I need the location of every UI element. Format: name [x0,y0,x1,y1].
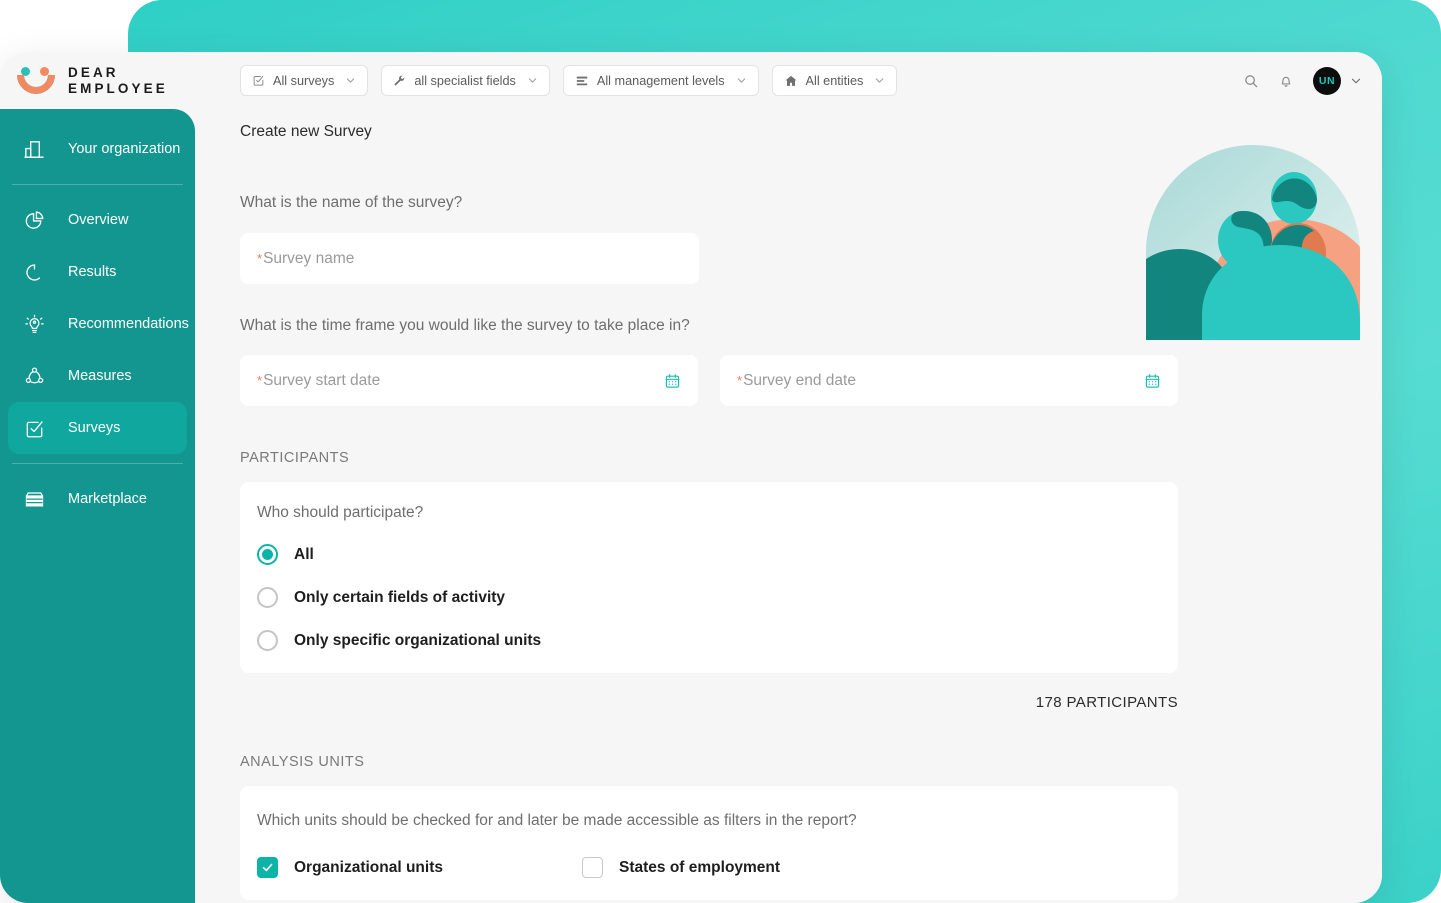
filter-label: all specialist fields [414,73,516,88]
sidebar-item-overview[interactable]: Overview [8,194,187,246]
sidebar-item-measures[interactable]: Measures [8,350,187,402]
participants-section: PARTICIPANTS Who should participate? All… [240,450,1178,711]
sidebar-item-label: Results [68,264,117,280]
analysis-units-section: ANALYSIS UNITS Which units should be che… [240,754,1178,900]
brand-name-line2: EMPLOYEE [68,80,168,96]
radio-option-all[interactable]: All [257,544,1178,565]
wrench-icon [393,74,406,87]
sidebar-item-label: Measures [68,368,132,384]
storefront-icon [17,484,51,514]
survey-end-date-input[interactable]: * Survey end date [720,355,1178,406]
sidebar-item-recommendations[interactable]: Recommendations [8,298,189,350]
radio-icon [257,587,278,608]
layers-list-icon [575,74,589,88]
sidebar-divider-2 [12,463,183,464]
radio-label: Only specific organizational units [294,631,542,649]
checkbox-square-icon [252,74,265,87]
survey-start-date-input[interactable]: * Survey start date [240,355,698,406]
participants-question: Who should participate? [257,504,424,521]
logo-smile-icon [17,74,55,94]
app-window: DEAR EMPLOYEE Your organization Overview… [0,52,1382,903]
avatar[interactable]: UN [1313,66,1341,95]
sidebar-nav: Your organization Overview Results Recom… [0,109,195,903]
checkbox-icon [257,857,278,878]
survey-start-date-placeholder: Survey start date [263,371,381,389]
time-frame-group: What is the time frame you would like th… [240,317,1178,406]
smiley-logo-icon [14,64,58,98]
radio-label: All [294,545,314,563]
participants-card: Who should participate? All Only certain… [240,482,1178,673]
calendar-icon[interactable] [664,372,681,389]
checkbox-organizational-units[interactable]: Organizational units [257,857,582,878]
participants-section-title: PARTICIPANTS [240,450,350,466]
sidebar-item-label: Marketplace [68,491,147,507]
chevron-down-icon [527,75,538,86]
chevron-down-icon [736,75,747,86]
sidebar-item-label: Recommendations [68,316,189,332]
top-bar: All surveys all specialist fields All ma… [195,52,1382,109]
radio-option-fields-of-activity[interactable]: Only certain fields of activity [257,587,1178,608]
checkbox-icon [582,857,603,878]
participants-count: 178 PARTICIPANTS [1035,694,1178,711]
chevron-down-icon [874,75,885,86]
brand-logo[interactable]: DEAR EMPLOYEE [0,52,195,109]
radio-icon [257,544,278,565]
checkbox-check-icon [17,413,51,443]
filter-all-management-levels[interactable]: All management levels [562,65,759,96]
filter-all-specialist-fields[interactable]: all specialist fields [381,65,550,96]
filter-all-surveys[interactable]: All surveys [240,65,369,96]
sidebar: DEAR EMPLOYEE Your organization Overview… [0,52,195,903]
survey-name-question: What is the name of the survey? [240,194,463,211]
topbar-actions: UN [1243,66,1368,95]
sidebar-item-label: Your organization [68,141,181,157]
sidebar-item-marketplace[interactable]: Marketplace [8,473,187,525]
filter-label: All management levels [596,73,725,88]
radio-option-org-units[interactable]: Only specific organizational units [257,630,1178,651]
group-of-people-illustration [1132,145,1375,340]
avatar-chevron-down-icon[interactable] [1350,75,1362,87]
sidebar-item-label: Overview [68,212,129,228]
filter-label: All surveys [273,73,335,88]
pie-chart-icon [17,205,51,235]
brand-name-line1: DEAR [68,64,119,80]
radio-icon [257,630,278,651]
checkbox-states-of-employment[interactable]: States of employment [582,857,780,878]
building-icon [17,134,51,164]
home-icon [784,74,798,88]
time-frame-question: What is the time frame you would like th… [240,317,690,334]
filter-label: All entities [805,73,864,88]
analysis-units-question: Which units should be checked for and la… [257,812,857,829]
survey-end-date-placeholder: Survey end date [743,371,856,389]
analysis-units-section-title: ANALYSIS UNITS [240,754,365,770]
checkbox-label: Organizational units [294,858,443,876]
lightbulb-icon [17,309,51,339]
search-icon[interactable] [1243,73,1259,89]
calendar-icon[interactable] [1144,372,1161,389]
screenshot-canvas: DEAR EMPLOYEE Your organization Overview… [0,0,1441,903]
page-title: Create new Survey [240,123,372,140]
sidebar-item-label: Surveys [68,420,121,436]
donut-progress-icon [17,257,51,287]
bell-icon[interactable] [1278,73,1294,89]
survey-name-placeholder: Survey name [263,249,355,267]
sidebar-item-surveys[interactable]: Surveys [8,402,187,454]
sidebar-divider-1 [12,184,183,185]
network-nodes-icon [17,361,51,391]
avatar-initials: UN [1318,74,1336,87]
chevron-down-icon [345,75,356,86]
survey-name-input[interactable]: * Survey name [240,233,699,284]
main-content: Create new Survey What is the name of th… [195,109,1382,903]
analysis-units-card: Which units should be checked for and la… [240,786,1178,900]
sidebar-item-your-organization[interactable]: Your organization [8,123,187,175]
radio-label: Only certain fields of activity [294,588,506,606]
filter-all-entities[interactable]: All entities [771,65,898,96]
checkbox-label: States of employment [619,858,781,876]
sidebar-item-results[interactable]: Results [8,246,187,298]
brand-name: DEAR EMPLOYEE [68,65,168,97]
survey-name-group: What is the name of the survey? * Survey… [240,194,699,284]
